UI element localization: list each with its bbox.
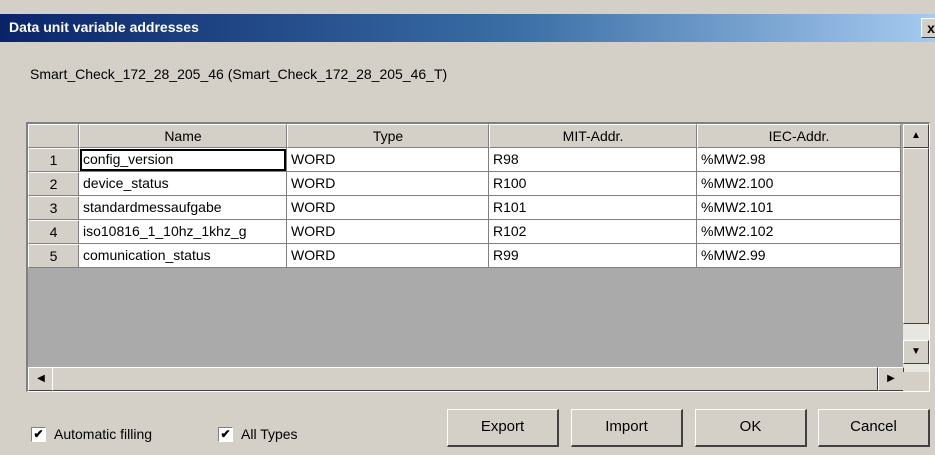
- close-button[interactable]: x: [921, 18, 935, 38]
- mit-addr-cell[interactable]: R101: [489, 196, 697, 220]
- scroll-up-button[interactable]: ▲: [903, 124, 929, 148]
- iec-addr-cell[interactable]: %MW2.98: [697, 148, 901, 172]
- row-number[interactable]: 1: [28, 148, 79, 172]
- variable-grid[interactable]: Name Type MIT-Addr. IEC-Addr. 1 config_v…: [26, 122, 930, 392]
- iec-addr-cell[interactable]: %MW2.99: [697, 244, 901, 268]
- title-bar: Data unit variable addresses x: [0, 14, 935, 42]
- data-unit-label: Smart_Check_172_28_205_46 (Smart_Check_1…: [30, 66, 448, 82]
- mit-addr-cell[interactable]: R102: [489, 220, 697, 244]
- table-row[interactable]: 3 standardmessaufgabe WORD R101 %MW2.101: [28, 196, 901, 220]
- scrollbar-corner: [903, 372, 929, 391]
- iec-addr-cell[interactable]: %MW2.101: [697, 196, 901, 220]
- column-header-type[interactable]: Type: [287, 124, 489, 148]
- scroll-left-button[interactable]: ◀: [28, 367, 54, 391]
- column-header-mit-addr[interactable]: MIT-Addr.: [489, 124, 697, 148]
- cancel-button[interactable]: Cancel: [818, 409, 930, 447]
- arrow-up-icon: ▲: [911, 130, 921, 141]
- table-row[interactable]: 1 config_version WORD R98 %MW2.98: [28, 148, 901, 172]
- mit-addr-cell[interactable]: R98: [489, 148, 697, 172]
- arrow-left-icon: ◀: [37, 373, 45, 384]
- name-cell[interactable]: device_status: [79, 172, 287, 196]
- vertical-scrollbar[interactable]: ▲ ▼: [903, 124, 929, 372]
- horizontal-scrollbar[interactable]: ◀ ▶: [28, 367, 904, 391]
- checkmark-icon[interactable]: ✔: [218, 426, 233, 442]
- name-cell[interactable]: comunication_status: [79, 244, 287, 268]
- scroll-down-button[interactable]: ▼: [903, 340, 929, 364]
- name-cell[interactable]: standardmessaufgabe: [79, 196, 287, 220]
- arrow-right-icon: ▶: [887, 373, 895, 384]
- type-cell[interactable]: WORD: [287, 196, 489, 220]
- row-number[interactable]: 2: [28, 172, 79, 196]
- export-button[interactable]: Export: [447, 409, 559, 447]
- mit-addr-cell[interactable]: R99: [489, 244, 697, 268]
- type-cell[interactable]: WORD: [287, 220, 489, 244]
- name-cell[interactable]: config_version: [79, 148, 287, 172]
- arrow-down-icon: ▼: [911, 346, 921, 357]
- checkmark-icon[interactable]: ✔: [31, 426, 46, 442]
- table-row[interactable]: 2 device_status WORD R100 %MW2.100: [28, 172, 901, 196]
- all-types-label: All Types: [241, 426, 298, 442]
- iec-addr-cell[interactable]: %MW2.102: [697, 220, 901, 244]
- automatic-filling-checkbox[interactable]: ✔ Automatic filling: [31, 426, 152, 442]
- import-button[interactable]: Import: [571, 409, 683, 447]
- column-header-name[interactable]: Name: [79, 124, 287, 148]
- table-row[interactable]: 4 iso10816_1_10hz_1khz_g WORD R102 %MW2.…: [28, 220, 901, 244]
- type-cell[interactable]: WORD: [287, 244, 489, 268]
- row-number[interactable]: 5: [28, 244, 79, 268]
- scroll-right-button[interactable]: ▶: [878, 367, 904, 391]
- window-title: Data unit variable addresses: [9, 19, 199, 35]
- vertical-scroll-thumb[interactable]: [903, 148, 929, 324]
- iec-addr-cell[interactable]: %MW2.100: [697, 172, 901, 196]
- horizontal-scroll-thumb[interactable]: [52, 367, 878, 391]
- automatic-filling-label: Automatic filling: [54, 426, 153, 442]
- header-corner[interactable]: [28, 124, 79, 148]
- ok-button[interactable]: OK: [695, 409, 807, 447]
- row-number[interactable]: 4: [28, 220, 79, 244]
- all-types-checkbox[interactable]: ✔ All Types: [218, 426, 298, 442]
- column-header-iec-addr[interactable]: IEC-Addr.: [697, 124, 901, 148]
- name-cell[interactable]: iso10816_1_10hz_1khz_g: [79, 220, 287, 244]
- grid-header: Name Type MIT-Addr. IEC-Addr.: [28, 124, 901, 148]
- type-cell[interactable]: WORD: [287, 148, 489, 172]
- type-cell[interactable]: WORD: [287, 172, 489, 196]
- table-row[interactable]: 5 comunication_status WORD R99 %MW2.99: [28, 244, 901, 268]
- mit-addr-cell[interactable]: R100: [489, 172, 697, 196]
- row-number[interactable]: 3: [28, 196, 79, 220]
